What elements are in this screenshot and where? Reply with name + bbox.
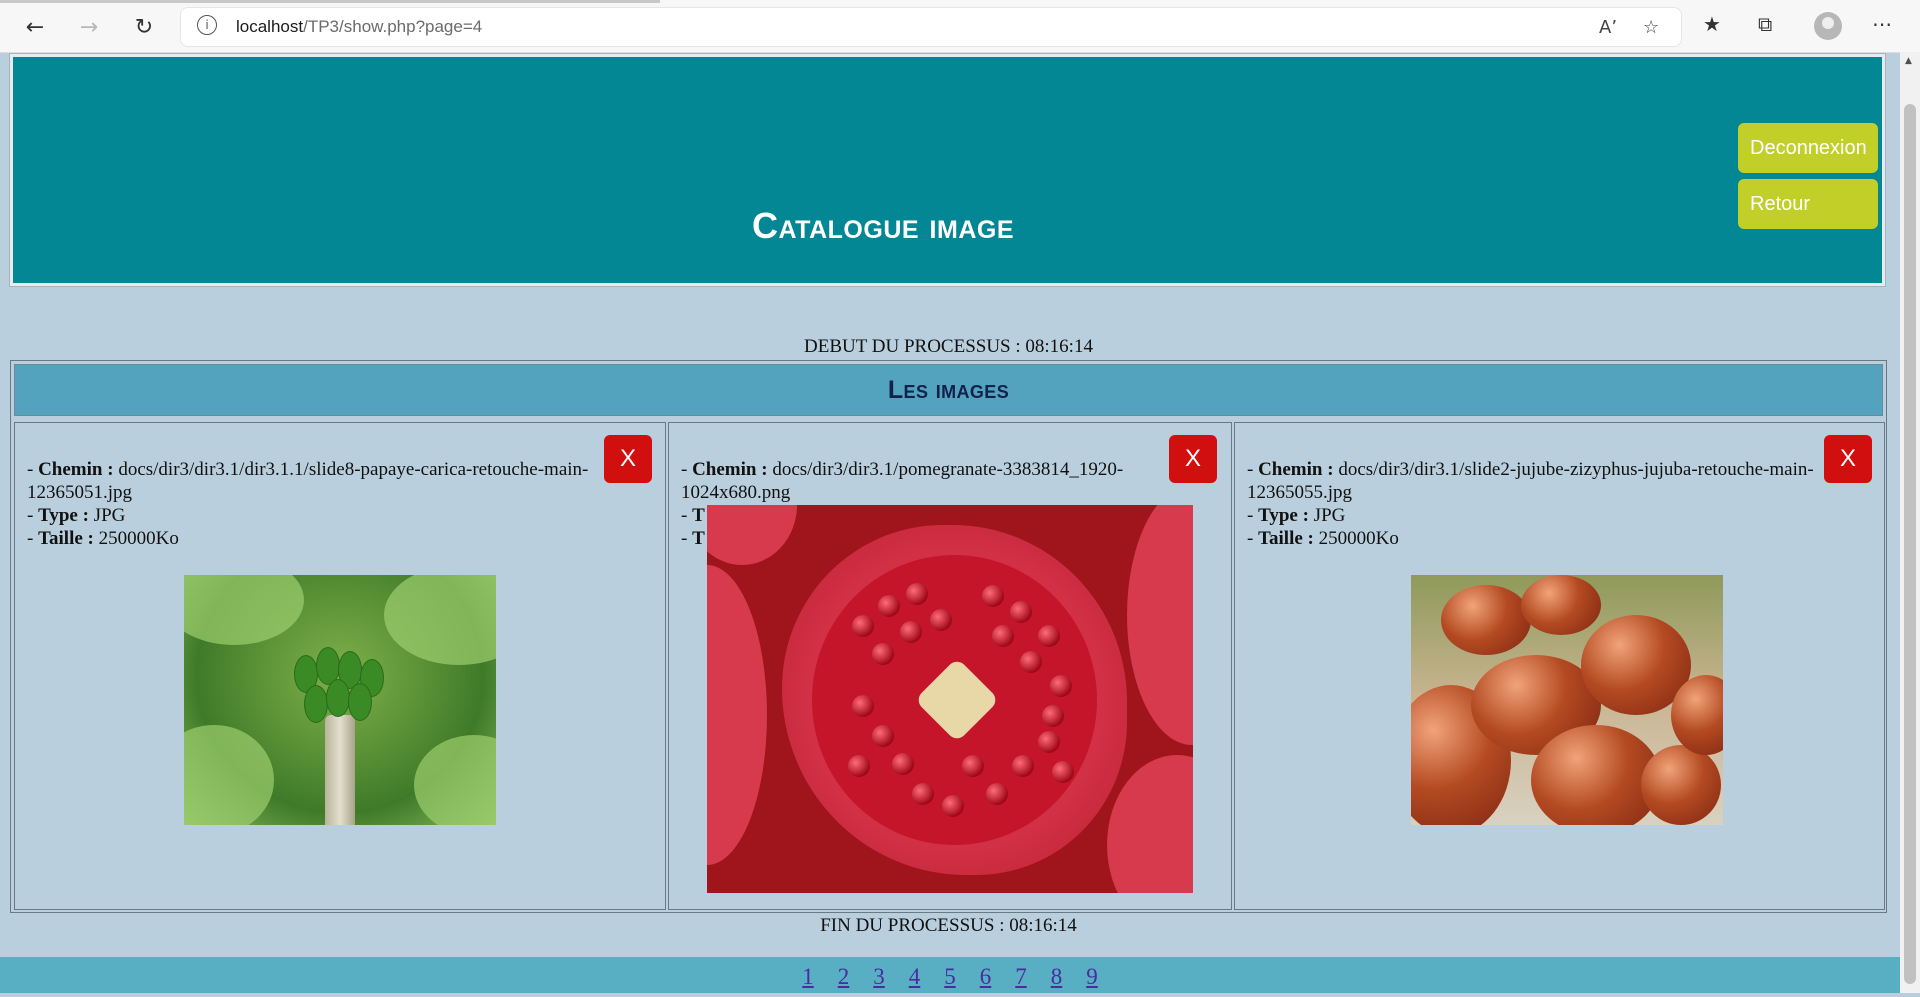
tab-strip-edge bbox=[0, 0, 660, 3]
process-end-text: FIN DU PROCESSUS : 08:16:14 bbox=[820, 915, 1077, 936]
url-path: /TP3/show.php?page=4 bbox=[303, 17, 483, 36]
path-label: Chemin : bbox=[38, 459, 114, 480]
image-card: - Chemin : docs/dir3/dir3.1/slide2-jujub… bbox=[1234, 422, 1885, 910]
browser-toolbar: ← → ↻ i localhost/TP3/show.php?page=4 A⁠… bbox=[0, 0, 1920, 53]
image-card: - Chemin : docs/dir3/dir3.1/pomegranate-… bbox=[668, 422, 1232, 910]
page-link-6[interactable]: 6 bbox=[980, 957, 992, 997]
page-link-8[interactable]: 8 bbox=[1051, 957, 1063, 997]
favorites-icon[interactable]: ★ bbox=[1703, 12, 1721, 36]
page-link-2[interactable]: 2 bbox=[838, 957, 850, 997]
process-start-text: DEBUT DU PROCESSUS : 08:16:14 bbox=[804, 336, 1093, 357]
pomegranate-image[interactable] bbox=[707, 505, 1193, 893]
image-details: - Chemin : docs/dir3/dir3.1/slide2-jujub… bbox=[1247, 459, 1814, 549]
size-label: Taille : bbox=[1258, 528, 1314, 549]
image-size: 250000Ko bbox=[98, 528, 179, 549]
type-label: Type : bbox=[38, 505, 89, 526]
papaya-image[interactable] bbox=[184, 575, 496, 825]
page-link-7[interactable]: 7 bbox=[1015, 957, 1027, 997]
refresh-icon[interactable]: ↻ bbox=[127, 10, 161, 44]
image-gallery: Les images - Chemin : docs/dir3/dir3.1/d… bbox=[10, 360, 1887, 913]
page-link-3[interactable]: 3 bbox=[873, 957, 885, 997]
page-link-4[interactable]: 4 bbox=[909, 957, 921, 997]
size-label: T bbox=[692, 528, 705, 549]
logout-button[interactable]: Deconnexion bbox=[1738, 123, 1878, 173]
gallery-heading: Les images bbox=[14, 364, 1883, 416]
path-label: Chemin : bbox=[1258, 459, 1334, 480]
back-arrow-icon[interactable]: ← bbox=[18, 10, 52, 44]
page-link-9[interactable]: 9 bbox=[1086, 957, 1098, 997]
type-label: Type : bbox=[1258, 505, 1309, 526]
path-label: Chemin : bbox=[692, 459, 768, 480]
page-scrollbar[interactable]: ▲ bbox=[1900, 52, 1920, 993]
image-card: - Chemin : docs/dir3/dir3.1/dir3.1.1/sli… bbox=[14, 422, 666, 910]
type-label: T bbox=[692, 505, 705, 526]
image-type: JPG bbox=[1313, 505, 1346, 526]
image-details: - Chemin : docs/dir3/dir3.1/dir3.1.1/sli… bbox=[27, 459, 589, 549]
image-size: 250000Ko bbox=[1318, 528, 1399, 549]
delete-image-button[interactable]: X bbox=[1824, 435, 1872, 483]
page-link-5[interactable]: 5 bbox=[944, 957, 956, 997]
size-label: Taille : bbox=[38, 528, 94, 549]
page-title: Catalogue image bbox=[751, 205, 1014, 246]
url-text[interactable]: localhost/TP3/show.php?page=4 bbox=[236, 17, 482, 37]
add-favorite-icon[interactable]: ☆ bbox=[1643, 17, 1659, 38]
jujube-image[interactable] bbox=[1411, 575, 1723, 825]
address-bar[interactable]: i localhost/TP3/show.php?page=4 A⁠’ ☆ bbox=[180, 7, 1682, 47]
url-host: localhost bbox=[236, 17, 304, 36]
delete-image-button[interactable]: X bbox=[1169, 435, 1217, 483]
more-options-icon[interactable]: ⋯ bbox=[1872, 12, 1892, 36]
image-type: JPG bbox=[93, 505, 126, 526]
scrollbar-thumb[interactable] bbox=[1904, 104, 1916, 984]
profile-avatar[interactable] bbox=[1814, 12, 1842, 40]
scroll-up-arrow-icon[interactable]: ▲ bbox=[1905, 56, 1912, 66]
page-link-1[interactable]: 1 bbox=[802, 957, 814, 997]
back-button[interactable]: Retour bbox=[1738, 179, 1878, 229]
pagination: 1 2 3 4 5 6 7 8 9 bbox=[0, 957, 1900, 993]
site-header: Catalogue image Deconnexion Retour bbox=[10, 54, 1885, 286]
delete-image-button[interactable]: X bbox=[604, 435, 652, 483]
forward-arrow-icon[interactable]: → bbox=[72, 10, 106, 44]
collections-icon[interactable]: ⧉ bbox=[1758, 12, 1772, 36]
site-info-icon[interactable]: i bbox=[197, 15, 217, 35]
read-aloud-icon[interactable]: A⁠’ bbox=[1599, 17, 1617, 38]
